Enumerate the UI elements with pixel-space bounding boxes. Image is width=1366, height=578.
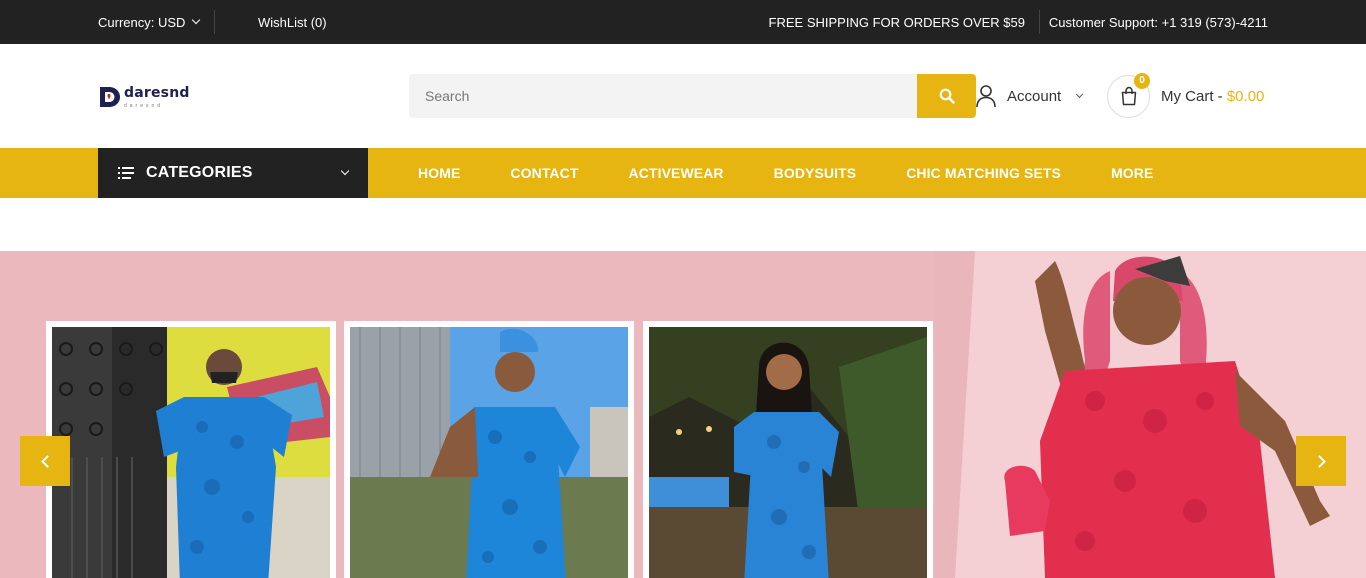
model-photo-graphic <box>350 327 628 578</box>
hero-photo <box>344 321 634 578</box>
chevron-down-icon <box>1076 90 1084 98</box>
hero-photo <box>643 321 933 578</box>
wishlist-link[interactable]: WishList (0) <box>258 0 327 44</box>
main-navigation: CATEGORIES HOME CONTACT ACTIVEWEAR BODYS… <box>0 148 1366 198</box>
search-icon <box>939 88 955 104</box>
cart-icon-wrapper: 0 <box>1107 72 1150 118</box>
hero-photo-image <box>350 327 628 578</box>
slider-prev-button[interactable] <box>20 436 70 486</box>
nav-item-home[interactable]: HOME <box>418 165 460 181</box>
nav-item-more[interactable]: MORE <box>1111 165 1153 181</box>
featured-model-image <box>935 251 1366 578</box>
shipping-notice: FREE SHIPPING FOR ORDERS OVER $59 <box>768 14 1025 30</box>
nav-item-activewear[interactable]: ACTIVEWEAR <box>629 165 724 181</box>
categories-label: CATEGORIES <box>146 164 253 181</box>
nav-item-bodysuits[interactable]: BODYSUITS <box>774 165 857 181</box>
logo-text: daresnd <box>124 85 190 101</box>
model-photo-graphic <box>52 327 330 578</box>
shopping-bag-icon <box>1121 86 1136 106</box>
user-icon <box>976 85 996 108</box>
menu-lines-icon <box>118 167 134 179</box>
search-bar <box>409 74 976 118</box>
logo[interactable]: daresnd daresnd <box>98 84 190 109</box>
chevron-down-icon <box>192 15 201 25</box>
nav-item-contact[interactable]: CONTACT <box>510 165 578 181</box>
currency-label: Currency: USD <box>98 14 186 30</box>
site-header: daresnd daresnd Account 0 My Cart - <box>0 44 1366 148</box>
divider <box>1039 10 1040 34</box>
hero-photo-image <box>649 327 927 578</box>
nav-menu: HOME CONTACT ACTIVEWEAR BODYSUITS CHIC M… <box>418 148 1203 198</box>
cart-label: My Cart - <box>1161 87 1223 105</box>
search-button[interactable] <box>917 74 976 118</box>
cart-label-group: My Cart - $0.00 <box>1161 88 1264 105</box>
search-input[interactable] <box>409 74 917 118</box>
currency-selector[interactable]: Currency: USD <box>98 0 201 44</box>
hero-photo <box>46 321 336 578</box>
nav-item-chic-matching-sets[interactable]: CHIC MATCHING SETS <box>906 165 1061 181</box>
logo-subtext: daresnd <box>124 103 164 109</box>
cart-total: $0.00 <box>1226 87 1265 105</box>
cart-button[interactable]: 0 My Cart - $0.00 <box>1107 72 1264 118</box>
top-bar: Currency: USD WishList (0) FREE SHIPPING… <box>0 0 1366 44</box>
divider <box>214 10 215 34</box>
chevron-right-icon <box>1312 454 1326 468</box>
chevron-down-icon <box>340 166 350 176</box>
slider-next-button[interactable] <box>1296 436 1346 486</box>
model-photo-graphic <box>649 327 927 578</box>
customer-support[interactable]: Customer Support: +1 319 (573)-4211 <box>1049 0 1268 44</box>
account-label: Account <box>1007 87 1062 105</box>
categories-dropdown[interactable]: CATEGORIES <box>98 148 368 198</box>
hero-photo-image <box>52 327 330 578</box>
chevron-left-icon <box>40 454 54 468</box>
logo-icon <box>100 86 120 107</box>
account-menu[interactable]: Account <box>975 82 1084 110</box>
hero-banner[interactable] <box>0 251 1366 578</box>
cart-count-badge: 0 <box>1134 72 1150 89</box>
